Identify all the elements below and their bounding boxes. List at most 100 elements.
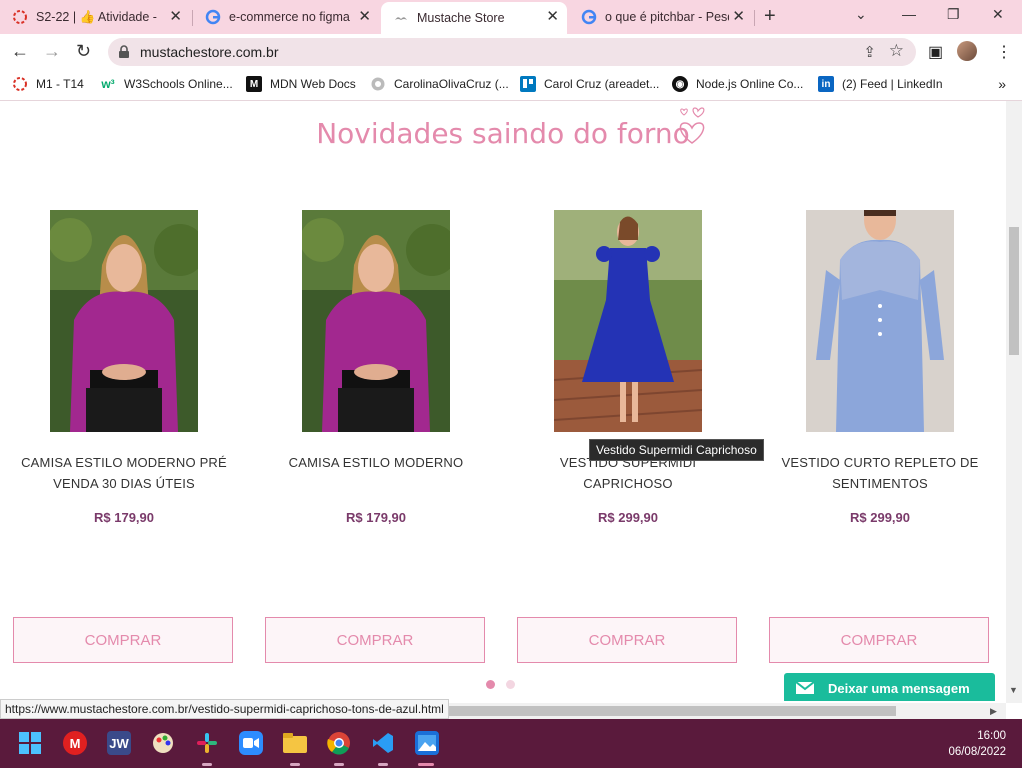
sidebar-panel-icon[interactable]: ▣: [928, 42, 943, 62]
bookmark-mdn[interactable]: M MDN Web Docs: [246, 76, 356, 92]
address-bar[interactable]: mustachestore.com.br ⇪ ☆: [108, 38, 916, 66]
vertical-scrollbar[interactable]: ▼: [1006, 101, 1022, 703]
lock-icon: [118, 45, 130, 64]
carousel-dot-active[interactable]: [486, 680, 495, 689]
running-indicator: [290, 763, 300, 766]
recording-icon: [12, 9, 28, 25]
new-tab-icon[interactable]: +: [764, 6, 776, 26]
tab-strip: S2-22 | 👍 Atividade - ✕ e-commerce no fi…: [0, 0, 1022, 34]
tab-search-chevron-icon[interactable]: ⌄: [855, 6, 867, 23]
store-page: Novidades saindo do forno CAMISA ESTILO …: [0, 101, 1006, 701]
carousel-dot[interactable]: [506, 680, 515, 689]
product-card[interactable]: VESTIDO CURTO REPLETO DE SENTIMENTOS R$ …: [770, 210, 990, 525]
linkedin-icon: in: [818, 76, 834, 92]
minimize-icon[interactable]: —: [902, 6, 916, 22]
section-title-text: Novidades saindo do forno: [316, 117, 690, 150]
product-card[interactable]: CAMISA ESTILO MODERNO PRÉ VENDA 30 DIAS …: [14, 210, 234, 525]
buy-button[interactable]: COMPRAR: [265, 617, 485, 663]
url-text: mustachestore.com.br: [140, 44, 279, 60]
product-name[interactable]: CAMISA ESTILO MODERNO: [266, 452, 486, 473]
product-card[interactable]: CAMISA ESTILO MODERNO R$ 179,90: [266, 210, 486, 525]
tab-label: e-commerce no figma: [229, 10, 350, 24]
jw-library-icon[interactable]: JW: [107, 731, 131, 755]
status-bar-url: https://www.mustachestore.com.br/vestido…: [0, 699, 449, 719]
product-image-woman-blue-midi-dress[interactable]: [554, 210, 702, 432]
running-indicator: [378, 763, 388, 766]
close-window-icon[interactable]: ✕: [992, 6, 1004, 23]
running-indicator: [202, 763, 212, 766]
close-tab-icon[interactable]: ✕: [732, 9, 745, 24]
windows-start-icon[interactable]: [18, 731, 42, 755]
bookmark-label: M1 - T14: [36, 77, 84, 91]
bookmark-linkedin[interactable]: in (2) Feed | LinkedIn: [818, 76, 943, 92]
product-name[interactable]: VESTIDO CURTO REPLETO DE SENTIMENTOS: [770, 452, 990, 494]
tab-atividade[interactable]: S2-22 | 👍 Atividade - ✕: [0, 2, 190, 32]
close-tab-icon[interactable]: ✕: [546, 9, 559, 24]
forward-icon[interactable]: →: [43, 41, 61, 61]
product-price: R$ 179,90: [94, 510, 154, 525]
close-tab-icon[interactable]: ✕: [358, 9, 371, 24]
file-explorer-icon[interactable]: [283, 731, 307, 755]
image-tooltip: Vestido Supermidi Caprichoso: [589, 439, 764, 461]
tab-divider: [754, 10, 755, 26]
bookmark-label: MDN Web Docs: [270, 77, 356, 91]
share-icon[interactable]: ⇪: [863, 43, 876, 61]
zoom-icon[interactable]: [239, 731, 263, 755]
bookmarks-bar: M1 - T14 w³ W3Schools Online... M MDN We…: [0, 70, 1022, 101]
back-icon[interactable]: ←: [11, 41, 29, 61]
tab-ecommerce-figma[interactable]: e-commerce no figma ✕: [193, 2, 379, 32]
bookmark-w3schools[interactable]: w³ W3Schools Online...: [100, 76, 233, 92]
product-price: R$ 299,90: [850, 510, 910, 525]
restore-icon[interactable]: ❐: [947, 6, 960, 23]
replit-icon: ◉: [672, 76, 688, 92]
tab-pitchbar[interactable]: o que é pitchbar - Pesq ✕: [569, 2, 753, 32]
buy-button[interactable]: COMPRAR: [517, 617, 737, 663]
running-indicator: [334, 763, 344, 766]
scroll-right-arrow-icon[interactable]: ▶: [990, 706, 997, 717]
bookmarks-overflow-icon[interactable]: »: [998, 76, 1006, 92]
bookmark-label: W3Schools Online...: [124, 77, 233, 91]
browser-toolbar: ← → ↻ mustachestore.com.br ⇪ ☆ ▣ ⋮: [0, 34, 1022, 70]
google-icon: [205, 9, 221, 25]
scroll-down-arrow-icon[interactable]: ▼: [1009, 685, 1018, 695]
mustache-icon: [393, 10, 409, 26]
chrome-icon[interactable]: [327, 731, 351, 755]
bookmark-node-online[interactable]: ◉ Node.js Online Co...: [672, 76, 803, 92]
envelope-icon: [796, 682, 814, 694]
photos-icon[interactable]: [415, 731, 439, 755]
leave-message-button[interactable]: Deixar uma mensagem: [784, 673, 995, 701]
profile-avatar[interactable]: [957, 41, 977, 61]
menu-kebab-icon[interactable]: ⋮: [996, 42, 1012, 62]
system-clock[interactable]: 16:00 06/08/2022: [948, 728, 1006, 760]
bookmark-m1-t14[interactable]: M1 - T14: [12, 76, 84, 92]
buy-button[interactable]: COMPRAR: [13, 617, 233, 663]
bookmark-github[interactable]: CarolinaOlivaCruz (...: [370, 76, 509, 92]
paint-palette-icon[interactable]: [151, 731, 175, 755]
windows-taskbar: M JW 16:00 06/08/2022: [0, 719, 1022, 768]
mcafee-icon[interactable]: M: [63, 731, 87, 755]
hearts-icon: [679, 107, 705, 144]
bookmark-trello[interactable]: Carol Cruz (areadet...: [520, 76, 659, 92]
slack-icon[interactable]: [195, 731, 219, 755]
product-image-woman-magenta-blouse[interactable]: [50, 210, 198, 432]
clock-date: 06/08/2022: [948, 746, 1006, 758]
product-price: R$ 179,90: [346, 510, 406, 525]
vscode-icon[interactable]: [371, 731, 395, 755]
reload-icon[interactable]: ↻: [76, 41, 91, 61]
tab-mustache-store[interactable]: Mustache Store ✕: [381, 2, 567, 34]
product-image-woman-light-blue-dress[interactable]: [806, 210, 954, 432]
recording-icon: [12, 76, 28, 92]
vertical-scroll-thumb[interactable]: [1009, 227, 1019, 355]
tab-label: Mustache Store: [417, 11, 505, 25]
google-icon: [581, 9, 597, 25]
trello-icon: [520, 76, 536, 92]
bookmark-label: CarolinaOlivaCruz (...: [394, 77, 509, 91]
leave-message-label: Deixar uma mensagem: [828, 680, 970, 696]
product-price: R$ 299,90: [598, 510, 658, 525]
product-name[interactable]: CAMISA ESTILO MODERNO PRÉ VENDA 30 DIAS …: [14, 452, 234, 494]
bookmark-star-icon[interactable]: ☆: [889, 41, 904, 61]
buy-button[interactable]: COMPRAR: [769, 617, 989, 663]
bookmark-label: Node.js Online Co...: [696, 77, 804, 91]
close-tab-icon[interactable]: ✕: [169, 9, 182, 24]
product-image-woman-magenta-blouse[interactable]: [302, 210, 450, 432]
